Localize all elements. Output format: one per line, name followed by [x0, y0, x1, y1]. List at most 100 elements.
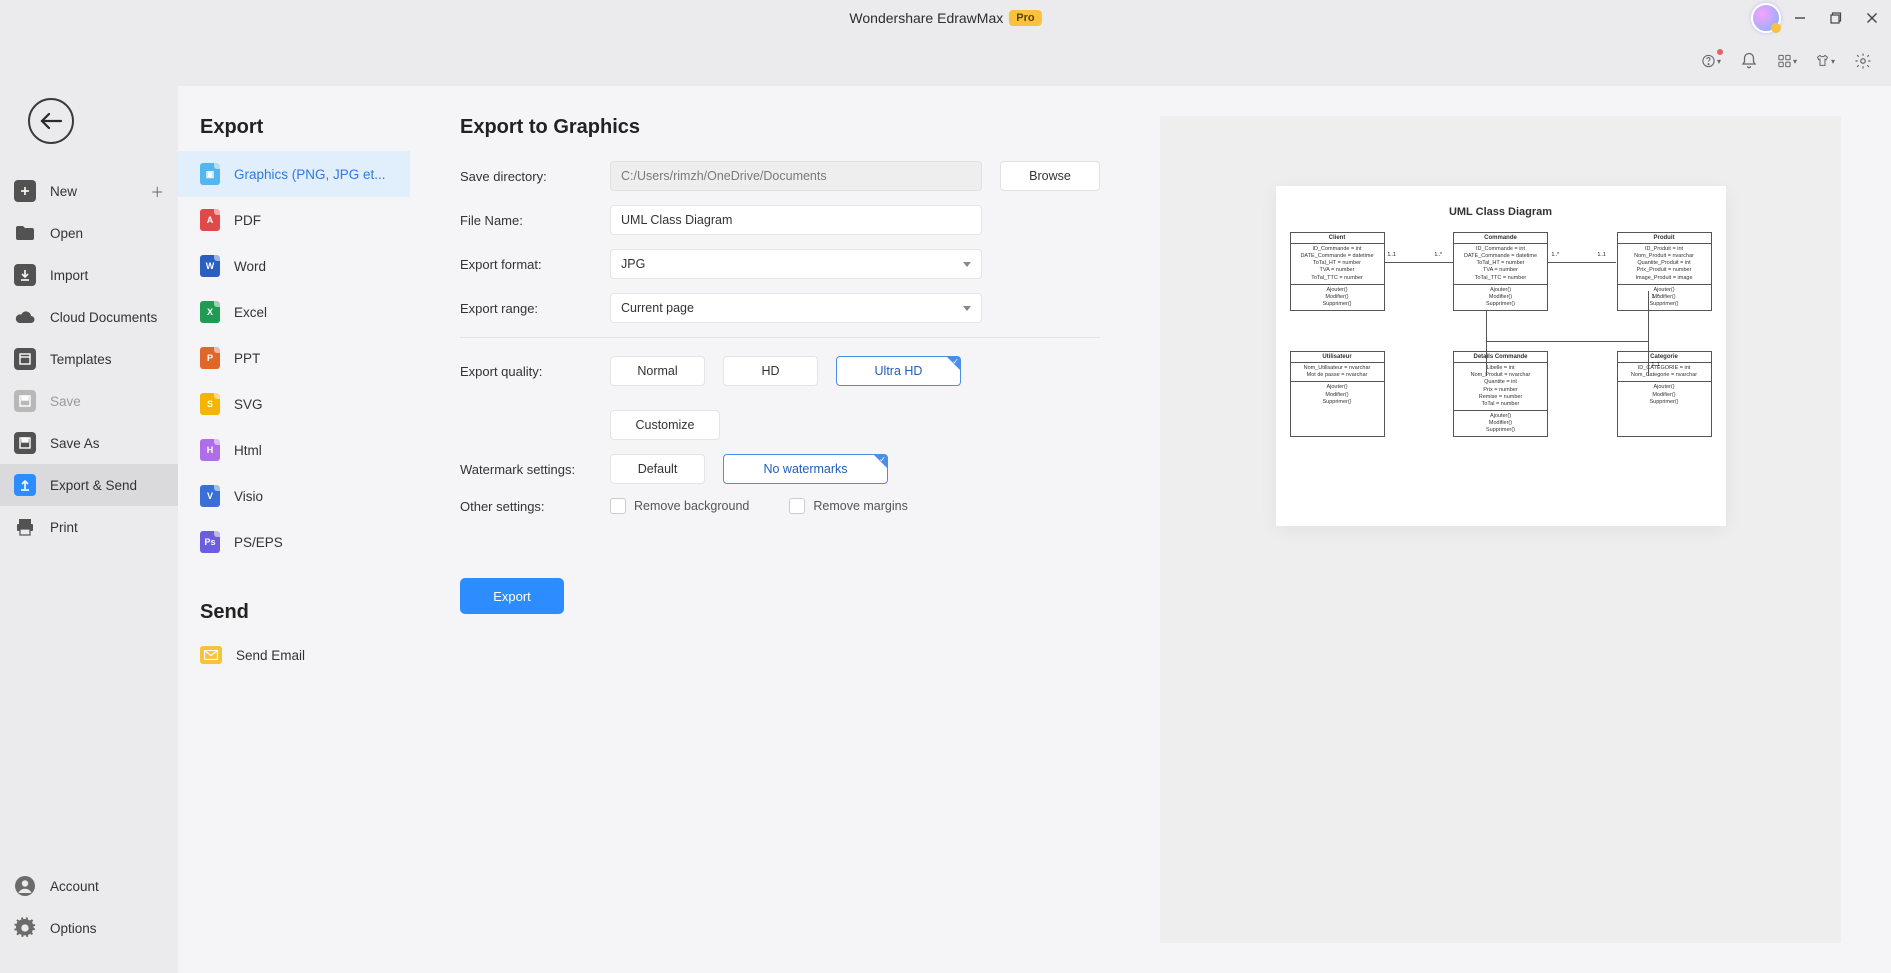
preview-panel: UML Class Diagram Client ID_Commande = i…	[1160, 116, 1841, 943]
export-visio[interactable]: V Visio	[178, 473, 410, 519]
help-icon[interactable]: ▾	[1701, 51, 1721, 71]
print-icon	[14, 516, 36, 538]
file-name-label: File Name:	[460, 213, 610, 228]
watermark-none[interactable]: No watermarks	[723, 454, 888, 484]
html-file-icon: H	[200, 439, 220, 461]
export-ps-eps[interactable]: Ps PS/EPS	[178, 519, 410, 565]
nav-save: Save	[0, 380, 178, 422]
export-button[interactable]: Export	[460, 578, 564, 614]
multiplicity-label: 1..*	[1652, 294, 1660, 300]
save-dir-input[interactable]	[610, 161, 982, 191]
save-dir-label: Save directory:	[460, 169, 610, 184]
header-toolbar: ▾ ▾ ▾	[0, 36, 1891, 86]
item-label: SVG	[234, 397, 263, 412]
check-corner-icon	[947, 357, 960, 370]
range-value: Current page	[621, 301, 694, 315]
range-select[interactable]: Current page	[610, 293, 982, 323]
titlebar: Wondershare EdrawMax Pro	[0, 0, 1891, 36]
nav-label: New	[50, 184, 77, 199]
plus-icon[interactable]: ＋	[151, 181, 165, 201]
nav-cloud-documents[interactable]: Cloud Documents	[0, 296, 178, 338]
nav-export-send[interactable]: Export & Send	[0, 464, 178, 506]
nav-new[interactable]: New ＋	[0, 170, 178, 212]
export-ppt[interactable]: P PPT	[178, 335, 410, 381]
item-label: Send Email	[236, 648, 305, 663]
nav-label: Open	[50, 226, 83, 241]
export-graphics[interactable]: ▣Graphics (PNG, JPG et...	[178, 151, 410, 197]
customize-button[interactable]: Customize	[610, 410, 720, 440]
item-label: PDF	[234, 213, 261, 228]
browse-button[interactable]: Browse	[1000, 161, 1100, 191]
image-file-icon: ▣	[200, 163, 220, 185]
nav-open[interactable]: Open	[0, 212, 178, 254]
export-html[interactable]: HHtml	[178, 427, 410, 473]
file-name-input[interactable]	[610, 205, 982, 235]
remove-margins-checkbox[interactable]: Remove margins	[789, 498, 907, 514]
quality-ultra-hd[interactable]: Ultra HD	[836, 356, 961, 386]
remove-background-checkbox[interactable]: Remove background	[610, 498, 749, 514]
range-label: Export range:	[460, 301, 610, 316]
quality-hd[interactable]: HD	[723, 356, 818, 386]
keyboard-shortcut-icon[interactable]: ▾	[1777, 51, 1797, 71]
nav-print[interactable]: Print	[0, 506, 178, 548]
checkbox-icon	[610, 498, 626, 514]
export-excel[interactable]: XExcel	[178, 289, 410, 335]
maximize-button[interactable]	[1829, 11, 1843, 25]
uml-class-box: Categorie ID_CATEGORIE = int Nom_Categor…	[1617, 351, 1712, 437]
save-as-icon	[14, 432, 36, 454]
visio-file-icon: V	[200, 485, 220, 507]
export-pdf[interactable]: APDF	[178, 197, 410, 243]
nav-import[interactable]: Import	[0, 254, 178, 296]
uml-class-box: Utilisateur Nom_Utilisateur = nvarchar M…	[1290, 351, 1385, 437]
svg-file-icon: S	[200, 393, 220, 415]
nav-account[interactable]: Account	[0, 865, 178, 907]
primary-sidebar: New ＋ Open Import Cloud Documents Templa…	[0, 86, 178, 973]
nav-label: Print	[50, 520, 78, 535]
uml-class-box: Commande ID_Commande = int DATE_Commande…	[1453, 232, 1548, 311]
nav-templates[interactable]: Templates	[0, 338, 178, 380]
item-label: PS/EPS	[234, 535, 283, 550]
gear-icon[interactable]	[1853, 51, 1873, 71]
nav-options[interactable]: Options	[0, 907, 178, 949]
nav-label: Save	[50, 394, 81, 409]
tshirt-icon[interactable]: ▾	[1815, 51, 1835, 71]
format-select[interactable]: JPG	[610, 249, 982, 279]
send-heading: Send	[178, 565, 410, 634]
word-file-icon: W	[200, 255, 220, 277]
other-label: Other settings:	[460, 499, 610, 514]
multiplicity-label: 1..1	[1388, 252, 1396, 258]
templates-icon	[14, 348, 36, 370]
item-label: PPT	[234, 351, 260, 366]
quality-normal[interactable]: Normal	[610, 356, 705, 386]
item-label: Word	[234, 259, 266, 274]
format-label: Export format:	[460, 257, 610, 272]
export-svg[interactable]: S SVG	[178, 381, 410, 427]
plus-square-icon	[14, 180, 36, 202]
multiplicity-label: 1..1	[1652, 362, 1660, 368]
ps-file-icon: Ps	[200, 531, 220, 553]
back-button[interactable]	[28, 98, 74, 144]
form-title: Export to Graphics	[460, 116, 1100, 139]
content-area: Export to Graphics Save directory: Brows…	[410, 86, 1891, 973]
chevron-down-icon	[963, 306, 971, 311]
minimize-button[interactable]	[1793, 11, 1807, 25]
item-label: Excel	[234, 305, 267, 320]
send-email[interactable]: Send Email	[178, 634, 410, 676]
nav-label: Options	[50, 921, 97, 936]
item-label: Visio	[234, 489, 263, 504]
nav-label: Templates	[50, 352, 112, 367]
quality-label: Export quality:	[460, 364, 610, 379]
export-form: Export to Graphics Save directory: Brows…	[460, 116, 1100, 943]
multiplicity-label: 1..1	[1598, 252, 1606, 258]
nav-label: Account	[50, 879, 99, 894]
export-word[interactable]: W Word	[178, 243, 410, 289]
export-sidebar: Export ▣Graphics (PNG, JPG et... APDF WW…	[178, 86, 410, 973]
ppt-file-icon: P	[200, 347, 220, 369]
user-avatar[interactable]	[1751, 3, 1781, 33]
nav-save-as[interactable]: Save As	[0, 422, 178, 464]
export-icon	[14, 474, 36, 496]
bell-icon[interactable]	[1739, 51, 1759, 71]
watermark-default[interactable]: Default	[610, 454, 705, 484]
close-button[interactable]	[1865, 11, 1879, 25]
checkbox-label: Remove background	[634, 499, 749, 513]
